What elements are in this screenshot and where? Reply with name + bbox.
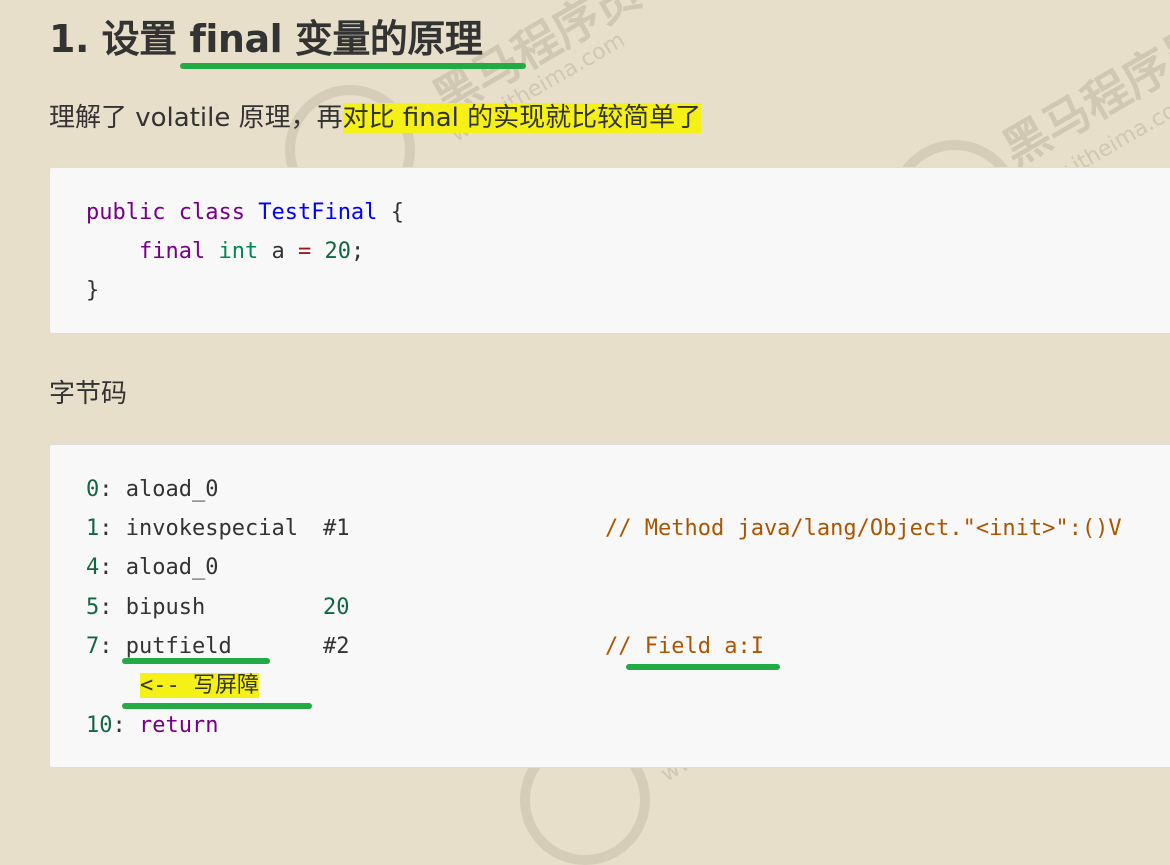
bytecode-instruction: aload_0 xyxy=(125,477,219,502)
intro-highlight: 对比 final 的实现就比较简单了 xyxy=(342,103,702,133)
bytecode-index: 5 xyxy=(86,595,100,620)
annotation-text: 写屏障 xyxy=(193,673,260,698)
putfield-underline-mark xyxy=(122,658,270,664)
code-class-name: TestFinal xyxy=(258,200,378,225)
bytecode-comment: // Field a:I xyxy=(605,634,764,659)
bytecode-instruction: invokespecial xyxy=(125,516,298,541)
code-semicolon: ; xyxy=(350,239,365,264)
code-keyword: final xyxy=(138,239,206,264)
bytecode-arg: #1 xyxy=(323,516,350,541)
bytecode-index: 10 xyxy=(86,713,113,738)
bytecode-arg: 20 xyxy=(323,595,350,620)
bytecode-index: 0 xyxy=(86,477,100,502)
code-variable: a xyxy=(271,239,285,264)
code-brace: } xyxy=(86,278,100,303)
code-number: 20 xyxy=(324,239,351,264)
bytecode-instruction: bipush xyxy=(125,595,206,620)
intro-paragraph: 理解了 volatile 原理，再对比 final 的实现就比较简单了 xyxy=(49,97,702,134)
bytecode-row: 5: bipush xyxy=(86,595,206,620)
bytecode-instruction: return xyxy=(139,713,219,738)
bytecode-instruction: aload_0 xyxy=(125,555,219,580)
bytecode-block: 0: aload_0 1: invokespecial #1 // Method… xyxy=(49,444,1170,768)
bytecode-index: 4 xyxy=(86,555,100,580)
bytecode-row: 1: invokespecial xyxy=(86,516,298,541)
heading-underline-mark xyxy=(180,63,526,69)
bytecode-instruction: putfield xyxy=(125,634,232,659)
source-code-block: public class TestFinal { final int a = 2… xyxy=(49,167,1170,334)
bytecode-row: 4: aload_0 xyxy=(86,555,219,580)
bytecode-comment: // Method java/lang/Object."<init>":()V xyxy=(605,516,1122,541)
code-keyword: class xyxy=(178,200,245,225)
bytecode-index: 7 xyxy=(86,634,100,659)
code-keyword: public xyxy=(86,200,166,225)
code-line-3: } xyxy=(86,276,99,306)
code-line-2: final int a = 20; xyxy=(86,237,364,267)
section-heading: 1. 设置 final 变量的原理 xyxy=(49,17,483,61)
code-operator: = xyxy=(297,239,312,264)
code-brace: { xyxy=(390,200,404,225)
write-barrier-annotation: <-- 写屏障 xyxy=(140,671,260,701)
code-type: int xyxy=(218,239,259,264)
comment-underline-mark xyxy=(626,664,780,670)
annotation-arrow: <-- xyxy=(140,673,180,698)
annotation-underline-mark xyxy=(122,703,312,709)
code-line-1: public class TestFinal { xyxy=(86,198,404,228)
intro-text: 理解了 volatile 原理，再 xyxy=(49,103,343,133)
bytecode-arg: #2 xyxy=(323,634,350,659)
bytecode-row: 0: aload_0 xyxy=(86,477,219,502)
watermark-brand: 黑马程序员 xyxy=(993,14,1170,177)
bytecode-index: 1 xyxy=(86,516,100,541)
bytecode-label: 字节码 xyxy=(49,379,128,409)
bytecode-row: 10: return xyxy=(86,713,219,738)
